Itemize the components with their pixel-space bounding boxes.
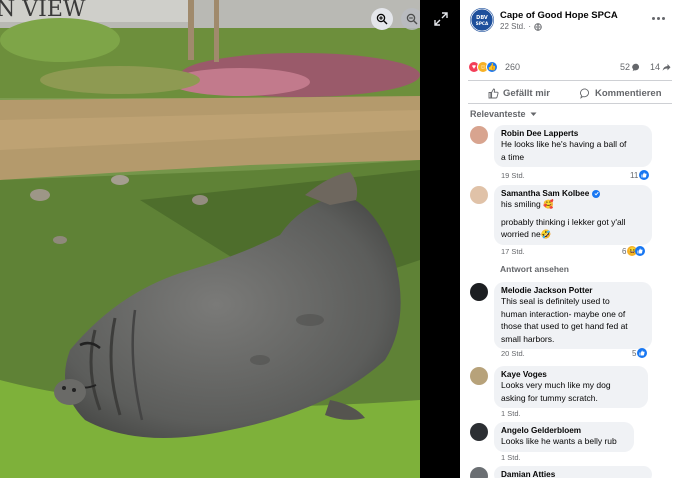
comment-reactions[interactable]: 11 [630, 170, 650, 180]
comment-line: Looks very much like my dog [501, 380, 611, 390]
verified-badge-icon [592, 189, 601, 198]
comment-bubble: Kaye Voges Looks very much like my dog a… [494, 366, 648, 408]
comment-time[interactable]: 19 Std. [501, 171, 525, 180]
comment-line: probably thinking i lekker got y'all [501, 216, 626, 227]
fullscreen-button[interactable] [434, 12, 448, 26]
commenter-avatar[interactable] [470, 126, 488, 144]
commenter-name[interactable]: Samantha Sam Kolbee [501, 189, 589, 198]
comment-line: He looks like he's having a ball of [501, 139, 627, 149]
commenter-name[interactable]: Angelo Gelderbloem [501, 426, 627, 435]
like-icon: 👍 [486, 61, 498, 73]
comment-reaction-count: 11 [630, 170, 639, 180]
comment-reactions[interactable]: 6 😆 [622, 246, 646, 256]
commenter-avatar[interactable] [470, 467, 488, 478]
like-icon [637, 348, 648, 358]
commenter-name[interactable]: Robin Dee Lapperts [501, 129, 645, 138]
share-count-value: 14 [650, 62, 661, 72]
action-bar: Gefällt mir Kommentieren [468, 80, 672, 104]
comment-line: his smiling 🥰 [501, 199, 554, 209]
reaction-icons[interactable]: ♥ ☺ 👍 [468, 61, 498, 73]
post-side-panel: DBV SPCA Cape of Good Hope SPCA 22 Std. … [460, 0, 680, 478]
comment-bubble: Angelo Gelderbloem Looks like he wants a… [494, 422, 634, 452]
comment-bubble: Robin Dee Lapperts He looks like he's ha… [494, 125, 652, 167]
comment-line: a time [501, 151, 525, 162]
page-name-link[interactable]: Cape of Good Hope SPCA [500, 10, 618, 21]
comment-time[interactable]: 1 Std. [501, 409, 521, 418]
comment-sort-dropdown[interactable]: Relevanteste [470, 109, 537, 119]
comment-line: those that used to get hand fed at [501, 321, 628, 331]
post-meta: 22 Std. · [500, 22, 542, 31]
like-button-label: Gefällt mir [503, 87, 550, 99]
commenter-avatar[interactable] [470, 423, 488, 441]
comment-reactions[interactable]: 5 [632, 348, 648, 358]
comment-button[interactable]: Kommentieren [580, 85, 662, 101]
comment-time[interactable]: 1 Std. [501, 453, 521, 462]
comment-time[interactable]: 17 Std. [501, 247, 525, 256]
dot [657, 16, 660, 20]
post-time[interactable]: 22 Std. [500, 22, 525, 31]
comment-line: human interaction- maybe one of [501, 308, 626, 319]
comment-bubble: Damian Atties [494, 466, 652, 478]
comment-line: asking for tummy scratch. [501, 392, 598, 403]
like-icon [639, 170, 650, 180]
dot [652, 16, 655, 20]
reactions-row: ♥ ☺ 👍 260 52 14 [460, 58, 680, 76]
comment-bubble: Samantha Sam Kolbee his smiling 🥰 probab… [494, 185, 652, 245]
commenter-name-row: Samantha Sam Kolbee [501, 189, 645, 198]
zoom-in-icon [376, 13, 388, 25]
commenter-name[interactable]: Damian Atties [501, 470, 645, 478]
comment-line: small harbors. [501, 333, 555, 344]
commenter-name[interactable]: Melodie Jackson Potter [501, 286, 645, 295]
comment-time[interactable]: 20 Std. [501, 349, 525, 358]
zoom-out-icon [406, 13, 418, 25]
sort-label: Relevanteste [470, 109, 526, 119]
comment-reaction-count: 5 [632, 348, 637, 358]
zoom-in-button[interactable] [371, 8, 393, 30]
like-button[interactable]: Gefällt mir [488, 85, 550, 101]
expand-icon [434, 12, 448, 26]
more-options-button[interactable] [652, 13, 668, 23]
comment-line: Looks like he wants a belly rub [501, 436, 617, 446]
share-arrow-icon [662, 63, 671, 71]
commenter-avatar[interactable] [470, 186, 488, 204]
zoom-out-button[interactable] [401, 8, 420, 30]
chevron-down-icon [530, 112, 537, 116]
thumbs-up-icon [488, 88, 499, 98]
commenter-avatar[interactable] [470, 367, 488, 385]
comment-icon [580, 88, 589, 99]
see-replies-link[interactable]: Antwort ansehen [500, 264, 569, 274]
comment-line [501, 212, 645, 216]
post-photo[interactable]: N VIEW [0, 0, 420, 478]
comment-bubble: Melodie Jackson Potter This seal is defi… [494, 282, 652, 349]
seal-photo-illustration: N VIEW [0, 0, 420, 478]
comment-count-value: 52 [620, 62, 631, 72]
dot [662, 16, 665, 20]
page-avatar[interactable]: DBV SPCA [470, 8, 494, 32]
comment-line: worried ne🤣 [501, 229, 552, 239]
spca-logo-icon: DBV SPCA [470, 8, 494, 32]
share-count[interactable]: 14 [650, 62, 671, 72]
commenter-name[interactable]: Kaye Voges [501, 370, 641, 379]
comment-count[interactable]: 52 [620, 62, 641, 72]
svg-text:SPCA: SPCA [476, 21, 489, 26]
comment-button-label: Kommentieren [595, 87, 662, 99]
comment-reaction-count: 6 [622, 246, 627, 256]
comment-bubble-icon [632, 63, 640, 71]
like-icon [635, 246, 646, 256]
reaction-count[interactable]: 260 [505, 62, 520, 72]
globe-icon [534, 22, 542, 31]
post-header: DBV SPCA Cape of Good Hope SPCA 22 Std. … [460, 0, 680, 40]
commenter-avatar[interactable] [470, 283, 488, 301]
comment-line: This seal is definitely used to [501, 296, 610, 306]
